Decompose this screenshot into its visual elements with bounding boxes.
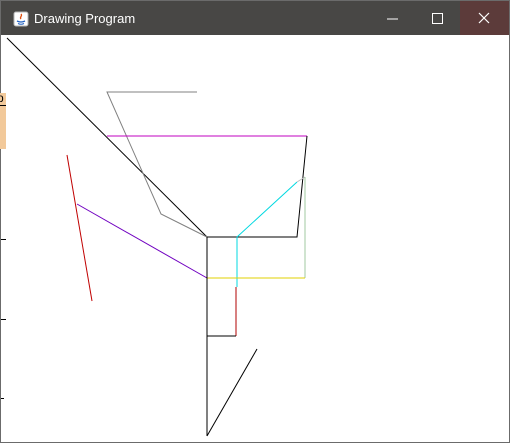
window-title: Drawing Program — [34, 11, 136, 26]
stroke-cyan-diagonal — [236, 181, 298, 238]
background-window-tick — [1, 239, 6, 240]
background-window-tick — [1, 319, 6, 320]
background-window-glyph: p — [0, 91, 4, 105]
title-bar[interactable]: Drawing Program — [1, 1, 509, 35]
stroke-black-diagonal — [6, 37, 208, 238]
stroke-gray-polyline — [106, 91, 208, 238]
background-window-tick — [1, 398, 4, 399]
stroke-lightgray — [296, 176, 306, 183]
stroke-purple — [76, 203, 208, 279]
background-window-line — [0, 105, 6, 106]
stroke-red — [66, 154, 93, 302]
window-right-border — [506, 35, 509, 439]
minimize-button[interactable] — [370, 1, 415, 35]
maximize-button[interactable] — [415, 1, 460, 35]
window-bottom-border — [1, 437, 509, 442]
close-button[interactable] — [460, 1, 509, 35]
drawing-canvas[interactable] — [4, 35, 506, 437]
close-icon — [478, 12, 490, 24]
stroke-black-branch — [206, 348, 258, 437]
maximize-icon — [432, 13, 443, 24]
drawing-program-window: Drawing Program p — [0, 0, 510, 443]
minimize-icon — [387, 18, 398, 20]
java-app-icon — [13, 11, 29, 27]
